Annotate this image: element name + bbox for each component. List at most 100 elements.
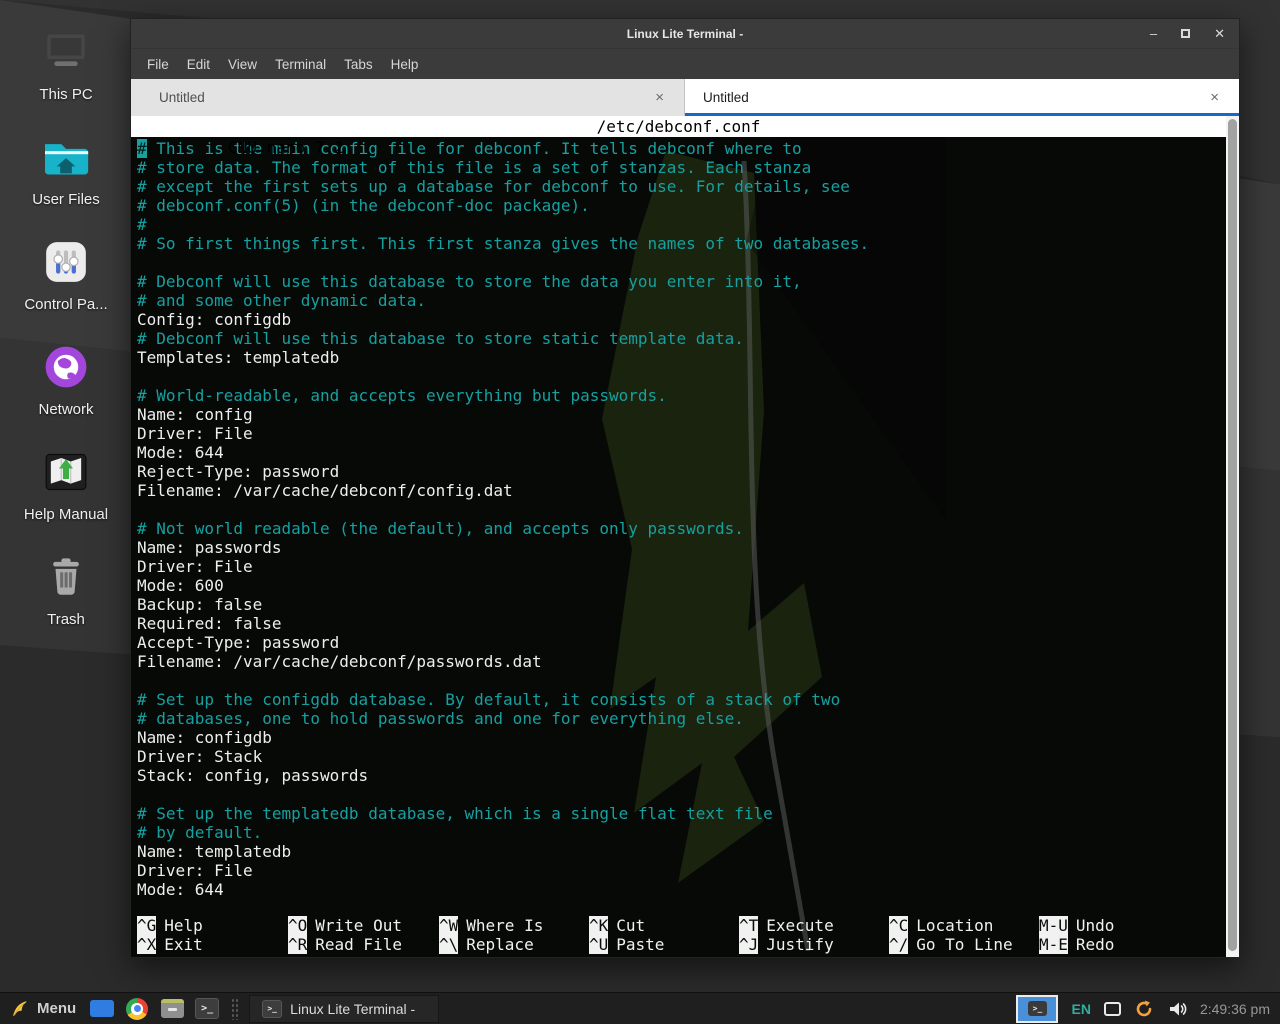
desktop-icon-help-manual[interactable]: Help Manual (6, 444, 126, 523)
terminal-line: # debconf.conf(5) (in the debconf-doc pa… (137, 196, 1226, 215)
shortcut-key: ^C (889, 916, 908, 935)
tab-close-icon[interactable]: × (635, 89, 684, 106)
task-button-label: Linux Lite Terminal - (290, 1001, 415, 1017)
terminal-line (137, 367, 1226, 386)
shortcut-label: Execute (766, 916, 833, 935)
terminal-line: Backup: false (137, 595, 1226, 614)
tab-close-icon[interactable]: × (1190, 89, 1239, 106)
terminal-line: Required: false (137, 614, 1226, 633)
window-title: Linux Lite Terminal - (131, 27, 1239, 41)
taskbar-grip-handle[interactable] (231, 998, 238, 1020)
terminal-line: Name: templatedb (137, 842, 1226, 861)
tab-bar: Untitled × Untitled × (131, 79, 1239, 116)
menu-bar: FileEditViewTerminalTabsHelp (131, 49, 1239, 79)
shortcut-key: ^/ (889, 935, 908, 954)
window-titlebar[interactable]: Linux Lite Terminal - – ✕ (131, 19, 1239, 49)
desktop-icon-glyph (90, 1000, 114, 1017)
terminal-line: Filename: /var/cache/debconf/config.dat (137, 481, 1226, 500)
shortcut-key: M-E (1039, 935, 1068, 954)
terminal-line: Driver: File (137, 557, 1226, 576)
scrollbar-thumb[interactable] (1228, 119, 1237, 951)
nano-shortcut: ^J Justify (739, 935, 889, 954)
terminal-line: Config: configdb (137, 310, 1226, 329)
taskbar-clock[interactable]: 2:49:36 pm (1200, 1001, 1270, 1017)
menu-tabs[interactable]: Tabs (335, 53, 382, 76)
system-tray: >_ EN 2:49:36 pm (1016, 995, 1274, 1023)
shortcut-label: Read File (315, 935, 402, 954)
menu-terminal[interactable]: Terminal (266, 53, 335, 76)
icon-folder-home (38, 129, 94, 185)
shortcut-key: ^W (439, 916, 458, 935)
terminal-line: # Debconf will use this database to stor… (137, 272, 1226, 291)
keyboard-layout-indicator[interactable]: EN (1071, 1001, 1090, 1017)
nano-shortcut: ^\Replace (439, 935, 589, 954)
terminal-line: Reject-Type: password (137, 462, 1226, 481)
nano-shortcut: ^WWhere Is (439, 916, 589, 935)
desktop-icon-label: User Files (32, 191, 100, 208)
desktop-icon-network[interactable]: Network (6, 339, 126, 418)
terminal-launcher[interactable]: >_ (194, 997, 220, 1021)
terminal-line (137, 253, 1226, 272)
desktop-icon-column: This PC User Files Control Pa... Network… (0, 24, 132, 628)
nano-file-path: /etc/debconf.conf (131, 116, 1226, 137)
file-manager-launcher[interactable] (159, 997, 185, 1021)
terminal-line: Driver: File (137, 861, 1226, 880)
nano-shortcut: M-UUndo (1039, 916, 1226, 935)
chrome-launcher[interactable] (124, 997, 150, 1021)
menu-view[interactable]: View (219, 53, 266, 76)
maximize-button[interactable] (1181, 29, 1190, 38)
chrome-icon (126, 998, 148, 1020)
menu-edit[interactable]: Edit (178, 53, 219, 76)
desktop-icon-label: Trash (47, 611, 85, 628)
shortcut-row: ^GHelp^OWrite Out^WWhere Is^KCut^TExecut… (137, 916, 1226, 935)
shortcut-label: Write Out (315, 916, 402, 935)
shortcut-label: Exit (164, 935, 203, 954)
icon-trash (38, 549, 94, 605)
display-settings-icon[interactable] (1104, 1002, 1121, 1016)
desktop-icon-control-panel[interactable]: Control Pa... (6, 234, 126, 313)
desktop-icon-trash[interactable]: Trash (6, 549, 126, 628)
shortcut-label: Location (916, 916, 993, 935)
menu-button-label: Menu (37, 1000, 76, 1017)
terminal-window: Linux Lite Terminal - – ✕ FileEditViewTe… (130, 18, 1240, 958)
desktop-icon-user-files[interactable]: User Files (6, 129, 126, 208)
nano-titlebar: GNU nano 7.2 /etc/debconf.conf (131, 116, 1226, 137)
update-notifier-icon[interactable] (1134, 999, 1154, 1019)
terminal-screen[interactable]: GNU nano 7.2 /etc/debconf.conf # This is… (131, 116, 1226, 957)
shortcut-label: Go To Line (916, 935, 1012, 954)
terminal-text: # This is the main config file for debco… (137, 139, 1226, 899)
taskbar-window-button[interactable]: >_ Linux Lite Terminal - (249, 995, 439, 1023)
terminal-line: # Not world readable (the default), and … (137, 519, 1226, 538)
nano-shortcut: ^UPaste (589, 935, 739, 954)
tray-terminal-indicator[interactable]: >_ (1016, 995, 1058, 1023)
shortcut-key: ^T (739, 916, 758, 935)
shortcut-key: ^J (739, 935, 758, 954)
start-menu-button[interactable]: Menu (6, 997, 80, 1021)
minimize-button[interactable]: – (1150, 27, 1157, 40)
desktop-icon-label: Help Manual (24, 506, 108, 523)
terminal-line: Name: passwords (137, 538, 1226, 557)
nano-shortcut: ^XExit (137, 935, 288, 954)
taskbar: Menu >_ >_ Linux Lite Terminal - >_ EN 2… (0, 992, 1280, 1024)
terminal-scrollbar[interactable] (1226, 116, 1239, 957)
shortcut-row: ^XExit^RRead File^\Replace^UPaste^JJusti… (137, 935, 1226, 954)
desktop-icon-this-pc[interactable]: This PC (6, 24, 126, 103)
terminal-tab-1[interactable]: Untitled × (131, 79, 685, 116)
close-button[interactable]: ✕ (1214, 27, 1225, 40)
terminal-line: Mode: 644 (137, 443, 1226, 462)
volume-icon[interactable] (1167, 999, 1187, 1019)
desktop-icon-label: This PC (39, 86, 92, 103)
terminal-line: Accept-Type: password (137, 633, 1226, 652)
shortcut-label: Justify (766, 935, 833, 954)
shortcut-label: Replace (466, 935, 533, 954)
terminal-line: Name: config (137, 405, 1226, 424)
terminal-tab-2-active[interactable]: Untitled × (685, 79, 1239, 116)
terminal-line: # So first things first. This first stan… (137, 234, 1226, 253)
shortcut-key: ^G (137, 916, 156, 935)
terminal-line: # World-readable, and accepts everything… (137, 386, 1226, 405)
menu-file[interactable]: File (138, 53, 178, 76)
menu-help[interactable]: Help (382, 53, 428, 76)
terminal-line (137, 500, 1226, 519)
show-desktop-button[interactable] (89, 997, 115, 1021)
nano-shortcut-bar: ^GHelp^OWrite Out^WWhere Is^KCut^TExecut… (137, 916, 1226, 954)
